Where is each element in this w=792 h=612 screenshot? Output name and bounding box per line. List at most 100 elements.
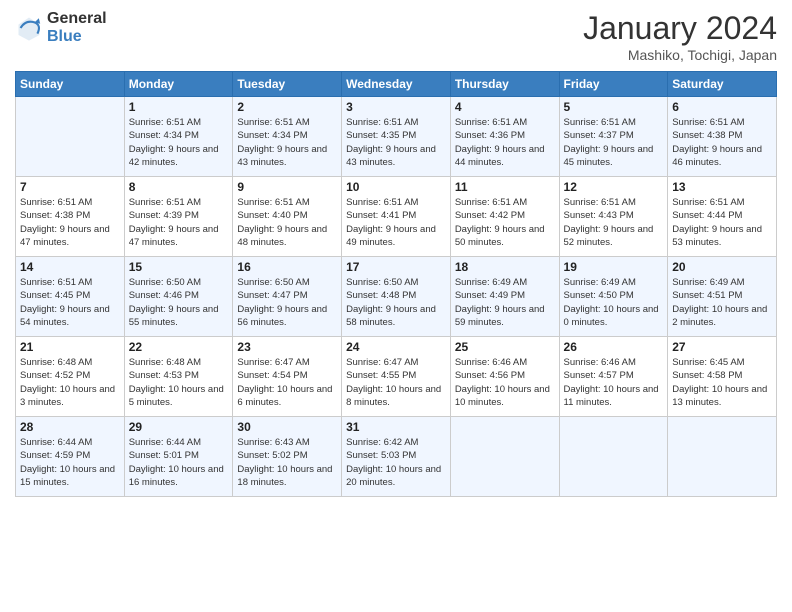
calendar-cell: 27 Sunrise: 6:45 AM Sunset: 4:58 PM Dayli… (668, 337, 777, 417)
header: General Blue January 2024 Mashiko, Tochi… (15, 10, 777, 63)
day-number: 4 (455, 100, 555, 114)
day-info: Sunrise: 6:51 AM Sunset: 4:40 PM Dayligh… (237, 196, 337, 249)
day-info: Sunrise: 6:51 AM Sunset: 4:34 PM Dayligh… (129, 116, 229, 169)
location-title: Mashiko, Tochigi, Japan (583, 47, 777, 63)
calendar-cell: 30 Sunrise: 6:43 AM Sunset: 5:02 PM Dayli… (233, 417, 342, 497)
calendar-cell (559, 417, 668, 497)
title-block: January 2024 Mashiko, Tochigi, Japan (583, 10, 777, 63)
calendar-cell: 9 Sunrise: 6:51 AM Sunset: 4:40 PM Daylig… (233, 177, 342, 257)
calendar-cell: 11 Sunrise: 6:51 AM Sunset: 4:42 PM Dayli… (450, 177, 559, 257)
calendar-cell: 14 Sunrise: 6:51 AM Sunset: 4:45 PM Dayli… (16, 257, 125, 337)
day-info: Sunrise: 6:51 AM Sunset: 4:41 PM Dayligh… (346, 196, 446, 249)
calendar-cell: 8Sunrise: 6:51 AM Sunset: 4:39 PM Daylig… (124, 177, 233, 257)
calendar-cell: 23 Sunrise: 6:47 AM Sunset: 4:54 PM Dayli… (233, 337, 342, 417)
calendar-week-4: 21 Sunrise: 6:48 AM Sunset: 4:52 PM Dayli… (16, 337, 777, 417)
calendar-cell: 24 Sunrise: 6:47 AM Sunset: 4:55 PM Dayli… (342, 337, 451, 417)
weekday-friday: Friday (559, 72, 668, 97)
calendar-cell: 22 Sunrise: 6:48 AM Sunset: 4:53 PM Dayli… (124, 337, 233, 417)
calendar-week-5: 28 Sunrise: 6:44 AM Sunset: 4:59 PM Dayli… (16, 417, 777, 497)
day-number: 30 (237, 420, 337, 434)
day-info: Sunrise: 6:50 AM Sunset: 4:46 PM Dayligh… (129, 276, 229, 329)
day-info: Sunrise: 6:48 AM Sunset: 4:53 PM Dayligh… (129, 356, 229, 409)
day-info: Sunrise: 6:49 AM Sunset: 4:50 PM Dayligh… (564, 276, 664, 329)
calendar-cell: 16Sunrise: 6:50 AM Sunset: 4:47 PM Dayli… (233, 257, 342, 337)
day-number: 8 (129, 180, 229, 194)
day-number: 9 (237, 180, 337, 194)
day-number: 6 (672, 100, 772, 114)
day-number: 26 (564, 340, 664, 354)
calendar-cell: 20 Sunrise: 6:49 AM Sunset: 4:51 PM Dayli… (668, 257, 777, 337)
day-info: Sunrise: 6:48 AM Sunset: 4:52 PM Dayligh… (20, 356, 120, 409)
logo: General Blue (15, 10, 107, 45)
day-info: Sunrise: 6:42 AM Sunset: 5:03 PM Dayligh… (346, 436, 446, 489)
day-info: Sunrise: 6:49 AM Sunset: 4:51 PM Dayligh… (672, 276, 772, 329)
day-number: 11 (455, 180, 555, 194)
day-info: Sunrise: 6:44 AM Sunset: 4:59 PM Dayligh… (20, 436, 120, 489)
day-number: 23 (237, 340, 337, 354)
day-number: 17 (346, 260, 446, 274)
calendar-cell: 19Sunrise: 6:49 AM Sunset: 4:50 PM Dayli… (559, 257, 668, 337)
calendar-cell: 26 Sunrise: 6:46 AM Sunset: 4:57 PM Dayli… (559, 337, 668, 417)
calendar-week-1: 1 Sunrise: 6:51 AM Sunset: 4:34 PM Daylig… (16, 97, 777, 177)
day-number: 7 (20, 180, 120, 194)
calendar-week-3: 14 Sunrise: 6:51 AM Sunset: 4:45 PM Dayli… (16, 257, 777, 337)
calendar-cell: 10 Sunrise: 6:51 AM Sunset: 4:41 PM Dayli… (342, 177, 451, 257)
weekday-thursday: Thursday (450, 72, 559, 97)
day-info: Sunrise: 6:49 AM Sunset: 4:49 PM Dayligh… (455, 276, 555, 329)
day-number: 5 (564, 100, 664, 114)
day-info: Sunrise: 6:51 AM Sunset: 4:42 PM Dayligh… (455, 196, 555, 249)
day-number: 14 (20, 260, 120, 274)
calendar-table: SundayMondayTuesdayWednesdayThursdayFrid… (15, 71, 777, 497)
day-info: Sunrise: 6:45 AM Sunset: 4:58 PM Dayligh… (672, 356, 772, 409)
page: General Blue January 2024 Mashiko, Tochi… (0, 0, 792, 612)
calendar-cell: 7Sunrise: 6:51 AM Sunset: 4:38 PM Daylig… (16, 177, 125, 257)
day-number: 27 (672, 340, 772, 354)
day-number: 12 (564, 180, 664, 194)
calendar-cell: 6 Sunrise: 6:51 AM Sunset: 4:38 PM Daylig… (668, 97, 777, 177)
day-number: 28 (20, 420, 120, 434)
day-info: Sunrise: 6:51 AM Sunset: 4:36 PM Dayligh… (455, 116, 555, 169)
day-number: 2 (237, 100, 337, 114)
logo-text: General Blue (47, 10, 107, 45)
day-info: Sunrise: 6:44 AM Sunset: 5:01 PM Dayligh… (129, 436, 229, 489)
calendar-cell: 17Sunrise: 6:50 AM Sunset: 4:48 PM Dayli… (342, 257, 451, 337)
month-title: January 2024 (583, 10, 777, 47)
day-info: Sunrise: 6:47 AM Sunset: 4:54 PM Dayligh… (237, 356, 337, 409)
weekday-wednesday: Wednesday (342, 72, 451, 97)
day-number: 29 (129, 420, 229, 434)
day-number: 20 (672, 260, 772, 274)
day-info: Sunrise: 6:47 AM Sunset: 4:55 PM Dayligh… (346, 356, 446, 409)
day-info: Sunrise: 6:46 AM Sunset: 4:57 PM Dayligh… (564, 356, 664, 409)
day-number: 16 (237, 260, 337, 274)
weekday-sunday: Sunday (16, 72, 125, 97)
day-info: Sunrise: 6:51 AM Sunset: 4:43 PM Dayligh… (564, 196, 664, 249)
day-info: Sunrise: 6:51 AM Sunset: 4:38 PM Dayligh… (672, 116, 772, 169)
calendar-cell: 31 Sunrise: 6:42 AM Sunset: 5:03 PM Dayli… (342, 417, 451, 497)
day-info: Sunrise: 6:46 AM Sunset: 4:56 PM Dayligh… (455, 356, 555, 409)
day-info: Sunrise: 6:51 AM Sunset: 4:45 PM Dayligh… (20, 276, 120, 329)
day-number: 10 (346, 180, 446, 194)
day-number: 21 (20, 340, 120, 354)
day-info: Sunrise: 6:43 AM Sunset: 5:02 PM Dayligh… (237, 436, 337, 489)
calendar-cell: 15Sunrise: 6:50 AM Sunset: 4:46 PM Dayli… (124, 257, 233, 337)
calendar-cell: 21 Sunrise: 6:48 AM Sunset: 4:52 PM Dayli… (16, 337, 125, 417)
day-number: 13 (672, 180, 772, 194)
day-number: 1 (129, 100, 229, 114)
day-number: 24 (346, 340, 446, 354)
day-info: Sunrise: 6:51 AM Sunset: 4:34 PM Dayligh… (237, 116, 337, 169)
day-number: 31 (346, 420, 446, 434)
calendar-cell: 3Sunrise: 6:51 AM Sunset: 4:35 PM Daylig… (342, 97, 451, 177)
calendar-cell: 4 Sunrise: 6:51 AM Sunset: 4:36 PM Daylig… (450, 97, 559, 177)
weekday-monday: Monday (124, 72, 233, 97)
calendar-cell: 29 Sunrise: 6:44 AM Sunset: 5:01 PM Dayli… (124, 417, 233, 497)
weekday-header-row: SundayMondayTuesdayWednesdayThursdayFrid… (16, 72, 777, 97)
day-number: 22 (129, 340, 229, 354)
day-number: 3 (346, 100, 446, 114)
calendar-cell: 28 Sunrise: 6:44 AM Sunset: 4:59 PM Dayli… (16, 417, 125, 497)
calendar-cell: 2 Sunrise: 6:51 AM Sunset: 4:34 PM Daylig… (233, 97, 342, 177)
calendar-cell: 18Sunrise: 6:49 AM Sunset: 4:49 PM Dayli… (450, 257, 559, 337)
calendar-week-2: 7Sunrise: 6:51 AM Sunset: 4:38 PM Daylig… (16, 177, 777, 257)
weekday-tuesday: Tuesday (233, 72, 342, 97)
calendar-cell (450, 417, 559, 497)
day-info: Sunrise: 6:51 AM Sunset: 4:37 PM Dayligh… (564, 116, 664, 169)
